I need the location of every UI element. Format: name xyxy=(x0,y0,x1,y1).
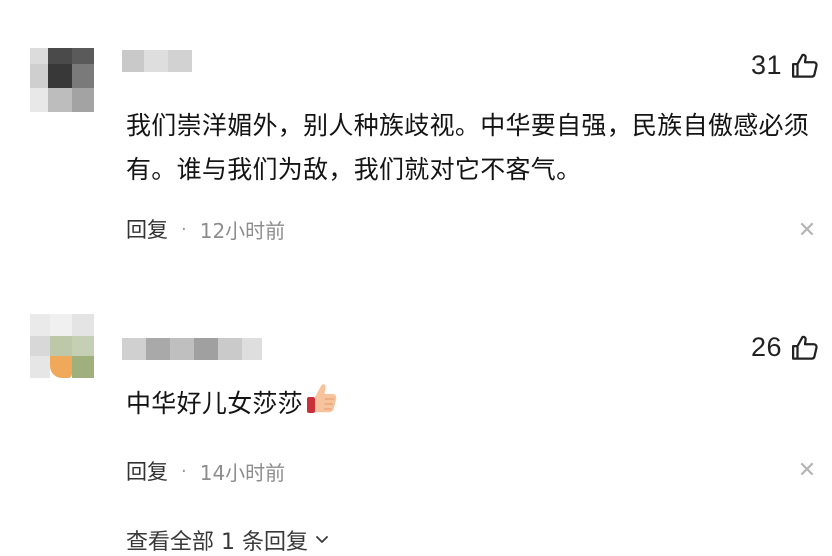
separator-dot: · xyxy=(181,218,187,240)
view-replies-label: 查看全部 1 条回复 xyxy=(126,530,308,555)
like-count: 26 xyxy=(750,332,782,362)
close-icon[interactable]: ✕ xyxy=(796,220,818,242)
like-count: 31 xyxy=(750,50,782,80)
avatar[interactable] xyxy=(30,314,94,378)
comment-item: 31 我们崇洋媚外，别人种族歧视。中华要自强，民族自傲感必须有。谁与我们为敌，我… xyxy=(0,0,832,270)
comment-text-row: 中华好儿女莎莎 xyxy=(126,380,822,426)
like-button[interactable]: 31 xyxy=(751,50,820,81)
reply-button[interactable]: 回复 xyxy=(126,456,168,486)
timestamp: 14小时前 xyxy=(199,460,286,485)
like-button[interactable]: 26 xyxy=(751,332,820,363)
close-icon[interactable]: ✕ xyxy=(796,460,818,482)
separator-dot: · xyxy=(181,460,187,482)
timestamp: 12小时前 xyxy=(199,218,286,243)
thumbs-up-emoji xyxy=(307,384,337,413)
reply-button[interactable]: 回复 xyxy=(126,214,168,244)
comment-meta: 回复 · 14小时前 xyxy=(126,456,285,486)
comment-text: 中华好儿女莎莎 xyxy=(126,389,304,418)
view-all-replies-link[interactable]: 查看全部 1 条回复 xyxy=(126,524,330,556)
chevron-down-icon xyxy=(316,536,328,543)
username-blurred[interactable] xyxy=(122,50,192,72)
thumbs-up-outline-icon xyxy=(792,335,818,360)
avatar[interactable] xyxy=(30,48,94,112)
comment-text: 我们崇洋媚外，别人种族歧视。中华要自强，民族自傲感必须有。谁与我们为敌，我们就对… xyxy=(126,111,810,184)
thumbs-up-outline-icon xyxy=(792,53,818,78)
comment-item: 26 中华好儿女莎莎 回复 · 14小时前 ✕ xyxy=(0,270,832,550)
username-blurred[interactable] xyxy=(122,338,262,360)
comment-meta: 回复 · 12小时前 xyxy=(126,214,285,244)
